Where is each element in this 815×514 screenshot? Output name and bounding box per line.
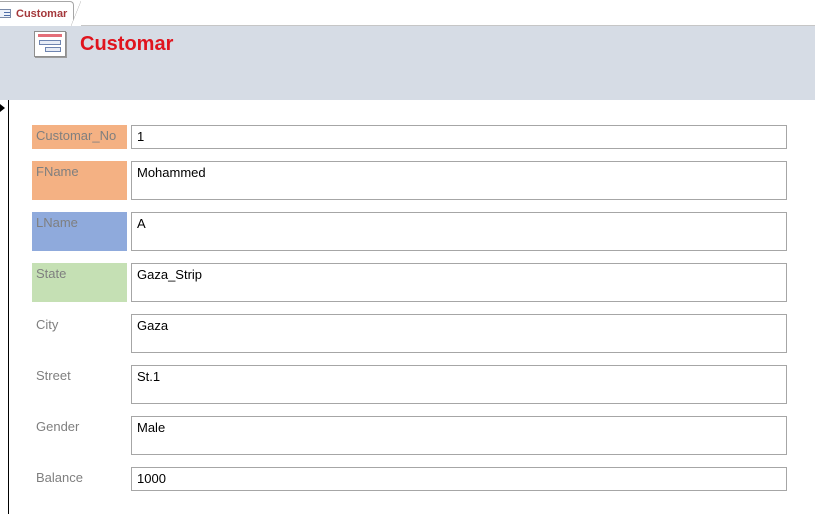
form-icon [34, 31, 66, 57]
balance-field[interactable]: 1000 [131, 467, 787, 491]
current-record-arrow-icon [0, 104, 5, 112]
gender-field[interactable]: Male [131, 416, 787, 455]
label-street: Street [36, 368, 71, 383]
label-gender: Gender [36, 419, 80, 434]
state-field[interactable]: Gaza_Strip [131, 263, 787, 302]
lname-field[interactable]: A [131, 212, 787, 251]
street-field[interactable]: St.1 [131, 365, 787, 404]
label-lname: LName [32, 212, 127, 251]
city-field[interactable]: Gaza [131, 314, 787, 353]
tab-customar[interactable]: Customar [0, 1, 81, 26]
document-tab-strip: Customar [0, 0, 815, 26]
form-header: Customar [0, 26, 815, 100]
form-icon [0, 9, 11, 18]
tab-label: Customar [16, 7, 68, 20]
fname-field[interactable]: Mohammed [131, 161, 787, 200]
customar-no-field[interactable]: 1 [131, 125, 787, 149]
label-fname: FName [32, 161, 127, 200]
label-customar-no: Customar_No [32, 125, 127, 149]
label-state: State [32, 263, 127, 302]
label-balance: Balance [36, 470, 83, 485]
label-city: City [36, 317, 59, 332]
access-form-window: Customar Customar Customar_No 1 FName Mo… [0, 0, 815, 514]
form-title: Customar [80, 33, 174, 55]
record-selector-bar[interactable] [8, 100, 9, 514]
